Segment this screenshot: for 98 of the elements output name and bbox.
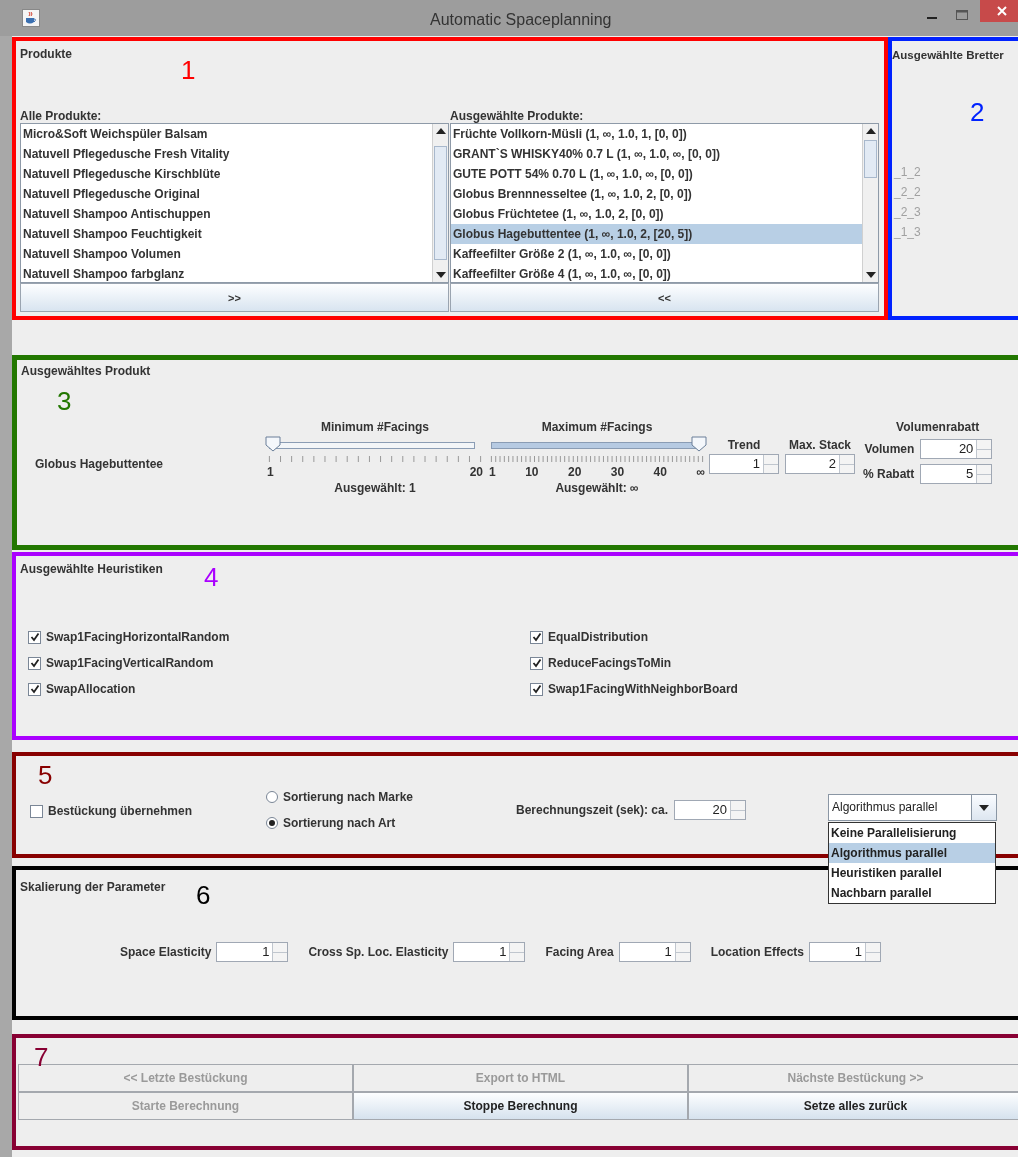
- list-item[interactable]: Natuvell Shampoo farbglanz: [21, 264, 432, 284]
- slider-reading: Ausgewählt: 1: [333, 481, 417, 495]
- add-button[interactable]: >>: [20, 283, 449, 312]
- number-spinner[interactable]: 1: [618, 942, 691, 962]
- field-label: Facing Area: [545, 945, 614, 959]
- maximize-icon[interactable]: [956, 10, 968, 20]
- slider-label: Minimum #Facings: [320, 420, 430, 436]
- action-button[interactable]: Stoppe Berechnung: [353, 1092, 688, 1120]
- list-item[interactable]: Natuvell Pflegedusche Fresh Vitality: [21, 144, 432, 164]
- checkbox-label[interactable]: Swap1FacingWithNeighborBoard: [548, 682, 738, 696]
- scrollbar[interactable]: [432, 124, 448, 282]
- section-number: 6: [196, 880, 211, 911]
- number-spinner[interactable]: 1: [453, 942, 526, 962]
- close-icon: [997, 6, 1007, 16]
- tick-label: 1: [489, 464, 496, 481]
- list-item[interactable]: Kaffeefilter Größe 2 (1, ∞, 1.0, ∞, [0, 0]): [451, 244, 862, 264]
- field-label: Trend: [727, 438, 761, 452]
- list-item[interactable]: Natuvell Pflegedusche Kirschblüte: [21, 164, 432, 184]
- dropdown-option[interactable]: Nachbarn parallel: [829, 883, 995, 903]
- radio-label[interactable]: Sortierung nach Art: [283, 816, 396, 830]
- checkbox-label[interactable]: EqualDistribution: [548, 630, 648, 644]
- action-button[interactable]: Setze alles zurück: [688, 1092, 1018, 1120]
- dropdown-option[interactable]: Algorithmus parallel: [829, 843, 995, 863]
- list-item[interactable]: Natuvell Pflegedusche Original: [21, 184, 432, 204]
- slider-reading: Ausgewählt: ∞: [554, 481, 640, 495]
- checkbox[interactable]: [530, 682, 543, 696]
- list-item[interactable]: Globus Hagebuttentee (1, ∞, 1.0, 2, [20, 5]): [451, 224, 862, 244]
- section-number: 5: [38, 760, 53, 791]
- window-title: Automatic Spaceplanning: [430, 11, 612, 29]
- list-item[interactable]: Früchte Vollkorn-Müsli (1, ∞, 1.0, 1, [0, 0]): [451, 124, 862, 144]
- checkbox[interactable]: [530, 630, 543, 644]
- list-item[interactable]: GRANT`S WHISKY40% 0.7 L (1, ∞, 1.0, ∞, [0, 0]): [451, 144, 862, 164]
- number-spinner[interactable]: 5: [920, 464, 993, 484]
- group-title: Volumenrabatt: [896, 420, 980, 434]
- panel-title: Produkte: [20, 47, 72, 61]
- tick-label: ∞: [696, 464, 705, 481]
- list-item[interactable]: Natuvell Shampoo Feuchtigkeit: [21, 224, 432, 244]
- checkbox-label[interactable]: Swap1FacingVerticalRandom: [46, 656, 214, 670]
- list-item[interactable]: Natuvell Shampoo Antischuppen: [21, 204, 432, 224]
- section-number: 4: [204, 562, 219, 593]
- cup-icon: [22, 9, 40, 27]
- dropdown-option[interactable]: Heuristiken parallel: [829, 863, 995, 883]
- tick-label: 20: [567, 464, 582, 481]
- checkbox[interactable]: [530, 656, 543, 670]
- mode-dropdown[interactable]: Algorithmus parallel: [828, 794, 997, 821]
- field-label: Location Effects: [710, 945, 805, 959]
- list-item[interactable]: Micro&Soft Weichspüler Balsam: [21, 124, 432, 144]
- list-label: Ausgewählte Produkte:: [450, 109, 585, 123]
- radio-button[interactable]: [266, 791, 278, 803]
- panel-title: Ausgewählte Heuristiken: [20, 562, 163, 576]
- field-label: Cross Sp. Loc. Elasticity: [308, 945, 449, 959]
- checkbox-label[interactable]: SwapAllocation: [46, 682, 136, 696]
- number-spinner[interactable]: 1: [709, 454, 779, 474]
- checkbox[interactable]: [28, 630, 41, 644]
- tick-label: 40: [653, 464, 667, 481]
- field-label: Volumen: [864, 442, 915, 456]
- slider-thumb[interactable]: [691, 436, 707, 452]
- field-label: Max. Stack: [788, 438, 851, 452]
- panel-title: Ausgewählte Bretter: [892, 49, 1004, 61]
- tick-label: 10: [525, 464, 539, 481]
- scrollbar[interactable]: [862, 124, 878, 282]
- slider-label: Maximum #Facings: [540, 420, 654, 436]
- list-item[interactable]: Kaffeefilter Größe 4 (1, ∞, 1.0, ∞, [0, 0]): [451, 264, 862, 284]
- caret-icon: [978, 803, 990, 812]
- number-spinner[interactable]: 1: [216, 942, 289, 962]
- panel-title: Ausgewähltes Produkt: [21, 364, 151, 378]
- tick-label: 20: [469, 464, 483, 481]
- section-number: 1: [181, 55, 196, 86]
- section-number: 3: [57, 386, 72, 417]
- field-label: Berechnungszeit (sek): ca.: [516, 803, 669, 817]
- panel-title: Skalierung der Parameter: [20, 880, 166, 894]
- radio-button[interactable]: [266, 817, 278, 829]
- section-number: 2: [970, 97, 985, 128]
- tick-label: 30: [610, 464, 625, 481]
- list-item[interactable]: GUTE POTT 54% 0.70 L (1, ∞, 1.0, ∞, [0, 0]): [451, 164, 862, 184]
- remove-button[interactable]: <<: [450, 283, 879, 312]
- field-label: Space Elasticity: [120, 945, 212, 959]
- checkbox-label[interactable]: Swap1FacingHorizontalRandom: [46, 630, 230, 644]
- checkbox-label[interactable]: Bestückung übernehmen: [48, 804, 193, 818]
- checkbox-label[interactable]: ReduceFacingsToMin: [548, 656, 672, 670]
- close-button[interactable]: [980, 0, 1018, 22]
- slider-thumb[interactable]: [265, 436, 281, 452]
- list-item[interactable]: Globus Früchtetee (1, ∞, 1.0, 2, [0, 0]): [451, 204, 862, 224]
- list-label: Alle Produkte:: [20, 109, 103, 123]
- number-spinner[interactable]: 20: [674, 800, 747, 820]
- list-item[interactable]: Globus Brennnesseltee (1, ∞, 1.0, 2, [0, 0]): [451, 184, 862, 204]
- number-spinner[interactable]: 20: [920, 439, 993, 459]
- number-spinner[interactable]: 2: [785, 454, 855, 474]
- radio-label[interactable]: Sortierung nach Marke: [283, 790, 414, 804]
- checkbox[interactable]: [28, 682, 41, 696]
- checkbox[interactable]: [28, 656, 41, 670]
- list-item[interactable]: Natuvell Shampoo Volumen: [21, 244, 432, 264]
- tick-label: 1: [267, 464, 274, 481]
- field-label: % Rabatt: [863, 467, 915, 481]
- dropdown-option[interactable]: Keine Parallelisierung: [829, 823, 995, 843]
- checkbox[interactable]: [30, 804, 43, 818]
- product-name: Globus Hagebuttentee: [34, 457, 164, 471]
- number-spinner[interactable]: 1: [809, 942, 882, 962]
